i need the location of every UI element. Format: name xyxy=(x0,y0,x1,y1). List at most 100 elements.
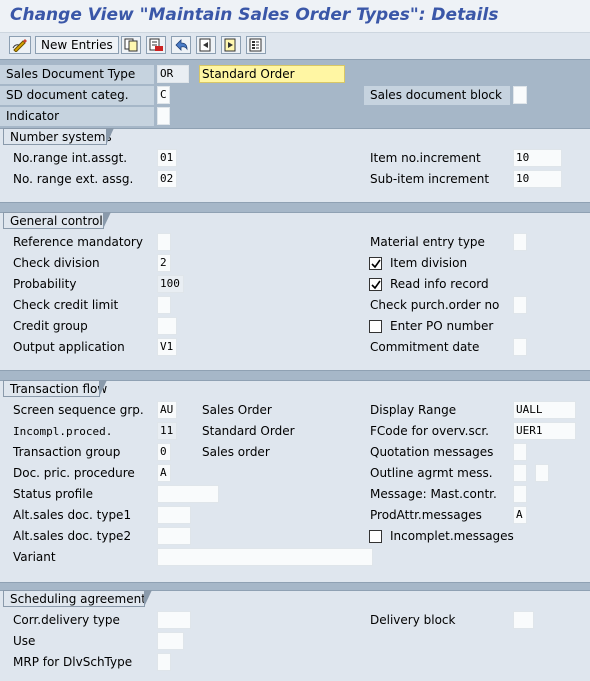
check-purch-label: Check purch.order no xyxy=(364,296,510,315)
commitment-date-field[interactable] xyxy=(513,338,527,356)
display-range-field[interactable]: UALL xyxy=(513,401,576,419)
prodattr-label: ProdAttr.messages xyxy=(364,506,510,525)
material-entry-field[interactable] xyxy=(513,233,527,251)
previous-entry-icon xyxy=(199,38,211,52)
scheduling-agreement-title: Scheduling agreement xyxy=(3,590,152,607)
quotation-messages-field[interactable] xyxy=(513,443,527,461)
checkmark-icon xyxy=(371,280,381,290)
general-control-title: General control xyxy=(3,212,111,229)
variant-field[interactable] xyxy=(157,548,373,566)
sd-doc-categ-label: SD document categ. xyxy=(0,86,154,105)
mrp-label: MRP for DlvSchType xyxy=(7,653,153,672)
item-division-checkbox[interactable] xyxy=(369,257,382,270)
incompl-proced-field[interactable]: 11 xyxy=(157,422,177,440)
credit-group-label: Credit group xyxy=(7,317,153,336)
checkmark-icon xyxy=(371,259,381,269)
doc-pric-field[interactable]: A xyxy=(157,464,171,482)
trans-group-description: Sales order xyxy=(202,445,270,459)
mast-contr-field[interactable] xyxy=(513,485,527,503)
application-toolbar: New Entries xyxy=(0,33,590,60)
trans-group-field[interactable]: 0 xyxy=(157,443,171,461)
mrp-field[interactable] xyxy=(157,653,171,671)
sales-doc-block-field[interactable] xyxy=(513,86,527,104)
nr-int-field[interactable]: 01 xyxy=(157,149,177,167)
number-systems-title: Number systems xyxy=(3,128,114,145)
page-title: Change View "Maintain Sales Order Types"… xyxy=(10,5,499,25)
use-field[interactable] xyxy=(157,632,184,650)
output-app-label: Output application xyxy=(7,338,153,357)
trans-group-label: Transaction group xyxy=(7,443,153,462)
probability-label: Probability xyxy=(7,275,153,294)
undo-icon xyxy=(175,39,188,51)
fcode-field[interactable]: UER1 xyxy=(513,422,576,440)
change-display-icon xyxy=(12,39,27,52)
check-credit-label: Check credit limit xyxy=(7,296,153,315)
indicator-label: Indicator xyxy=(0,107,154,126)
check-division-field[interactable]: 2 xyxy=(157,254,171,272)
change-display-button[interactable] xyxy=(9,36,31,54)
alt-type1-field[interactable] xyxy=(157,506,191,524)
corr-delivery-label: Corr.delivery type xyxy=(7,611,153,630)
delivery-block-label: Delivery block xyxy=(364,611,510,630)
nr-ext-label: No. range ext. assg. xyxy=(7,170,153,189)
sd-doc-categ-field[interactable]: C xyxy=(157,86,170,104)
sales-doc-block-label: Sales document block xyxy=(364,86,510,105)
check-division-label: Check division xyxy=(7,254,153,273)
nr-int-label: No.range int.assgt. xyxy=(7,149,153,168)
number-systems-section: Number systems No.range int.assgt. 01 No… xyxy=(0,128,590,203)
delete-icon xyxy=(149,38,163,51)
delivery-block-field[interactable] xyxy=(513,611,534,629)
incomplet-messages-label: Incomplet.messages xyxy=(390,529,514,543)
incompl-proced-description: Standard Order xyxy=(202,424,295,438)
corr-delivery-field[interactable] xyxy=(157,611,191,629)
alt-type2-label: Alt.sales doc. type2 xyxy=(7,527,153,546)
transaction-flow-section: Transaction flow Screen sequence grp. AU… xyxy=(0,380,590,583)
status-profile-label: Status profile xyxy=(7,485,153,504)
display-range-label: Display Range xyxy=(364,401,510,420)
incompl-proced-label: Incompl.proced. xyxy=(7,422,153,441)
output-app-field[interactable]: V1 xyxy=(157,338,177,356)
general-control-section: General control Reference mandatory Chec… xyxy=(0,212,590,371)
indicator-field[interactable] xyxy=(157,107,170,125)
enter-po-label: Enter PO number xyxy=(390,319,494,333)
screen-seq-label: Screen sequence grp. xyxy=(7,401,153,420)
check-purch-field[interactable] xyxy=(513,296,527,314)
quotation-messages-label: Quotation messages xyxy=(364,443,510,462)
alt-type2-field[interactable] xyxy=(157,527,191,545)
check-credit-field[interactable] xyxy=(157,296,171,314)
read-info-label: Read info record xyxy=(390,277,489,291)
new-entries-button[interactable]: New Entries xyxy=(35,36,119,54)
item-incr-field[interactable]: 10 xyxy=(513,149,562,167)
select-all-icon xyxy=(249,38,262,52)
select-all-button[interactable] xyxy=(246,36,266,54)
undo-button[interactable] xyxy=(171,36,191,54)
outline-agrmt-field-2[interactable] xyxy=(535,464,549,482)
subitem-incr-label: Sub-item increment xyxy=(364,170,510,189)
item-division-label: Item division xyxy=(390,256,468,270)
incomplet-messages-checkbox[interactable] xyxy=(369,530,382,543)
doc-pric-label: Doc. pric. procedure xyxy=(7,464,153,483)
credit-group-field[interactable] xyxy=(157,317,177,335)
delete-button[interactable] xyxy=(146,36,166,54)
ref-mandatory-field[interactable] xyxy=(157,233,171,251)
prodattr-field[interactable]: A xyxy=(513,506,527,524)
sales-doc-type-field[interactable]: OR xyxy=(157,65,189,83)
outline-agrmt-field[interactable] xyxy=(513,464,527,482)
next-entry-icon xyxy=(224,38,236,52)
previous-entry-button[interactable] xyxy=(196,36,216,54)
transaction-flow-title: Transaction flow xyxy=(3,380,107,397)
screen-seq-field[interactable]: AU xyxy=(157,401,177,419)
copy-button[interactable] xyxy=(121,36,141,54)
window-title-bar: Change View "Maintain Sales Order Types"… xyxy=(0,0,590,33)
screen-seq-description: Sales Order xyxy=(202,403,272,417)
read-info-checkbox[interactable] xyxy=(369,278,382,291)
sales-doc-type-description-field[interactable]: Standard Order xyxy=(199,65,345,83)
item-incr-label: Item no.increment xyxy=(364,149,510,168)
probability-field[interactable]: 100 xyxy=(157,275,184,293)
next-entry-button[interactable] xyxy=(221,36,241,54)
status-profile-field[interactable] xyxy=(157,485,219,503)
material-entry-label: Material entry type xyxy=(364,233,510,252)
nr-ext-field[interactable]: 02 xyxy=(157,170,177,188)
subitem-incr-field[interactable]: 10 xyxy=(513,170,562,188)
enter-po-checkbox[interactable] xyxy=(369,320,382,333)
